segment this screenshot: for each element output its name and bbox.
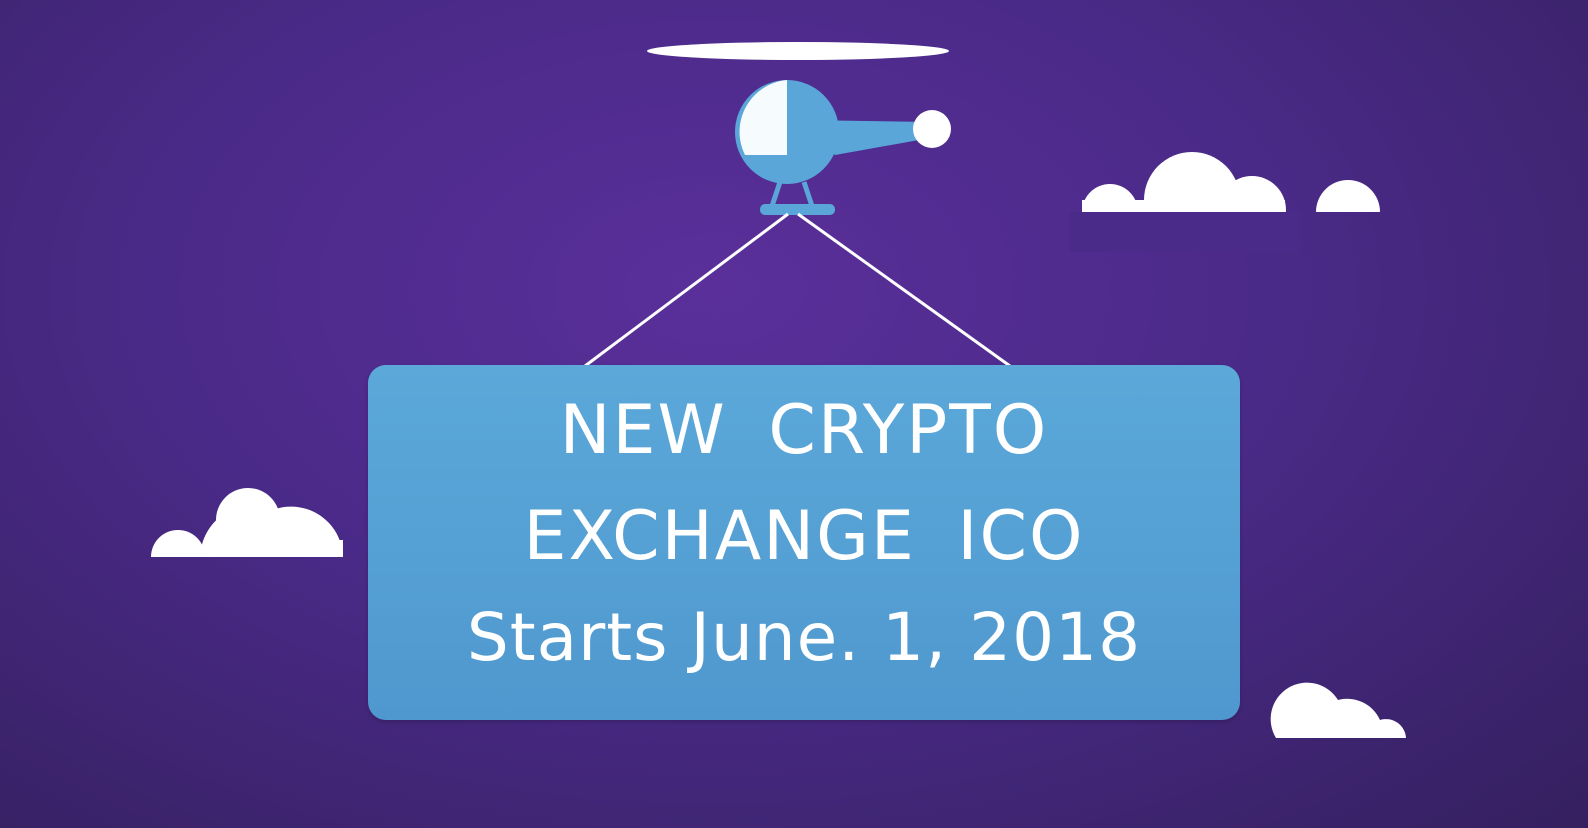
- sign-headline-line2: EXCHANGE ICO: [523, 497, 1085, 576]
- cable-right: [797, 212, 1011, 368]
- cloud-icon: [151, 488, 343, 557]
- sign-headline-line1: NEW CRYPTO: [559, 391, 1049, 470]
- cloud-icon: [1316, 180, 1380, 212]
- cloud-mask: [1070, 212, 1300, 252]
- helicopter-icon: [735, 80, 951, 215]
- sign-start-date: Starts June. 1, 2018: [466, 599, 1142, 676]
- rotor-blade: [647, 42, 949, 60]
- announcement-sign: NEW CRYPTO EXCHANGE ICO Starts June. 1, …: [368, 365, 1240, 720]
- banner-scene: NEW CRYPTO EXCHANGE ICO Starts June. 1, …: [0, 0, 1588, 828]
- cloud-icon: [1270, 682, 1406, 738]
- cable-left: [584, 212, 789, 368]
